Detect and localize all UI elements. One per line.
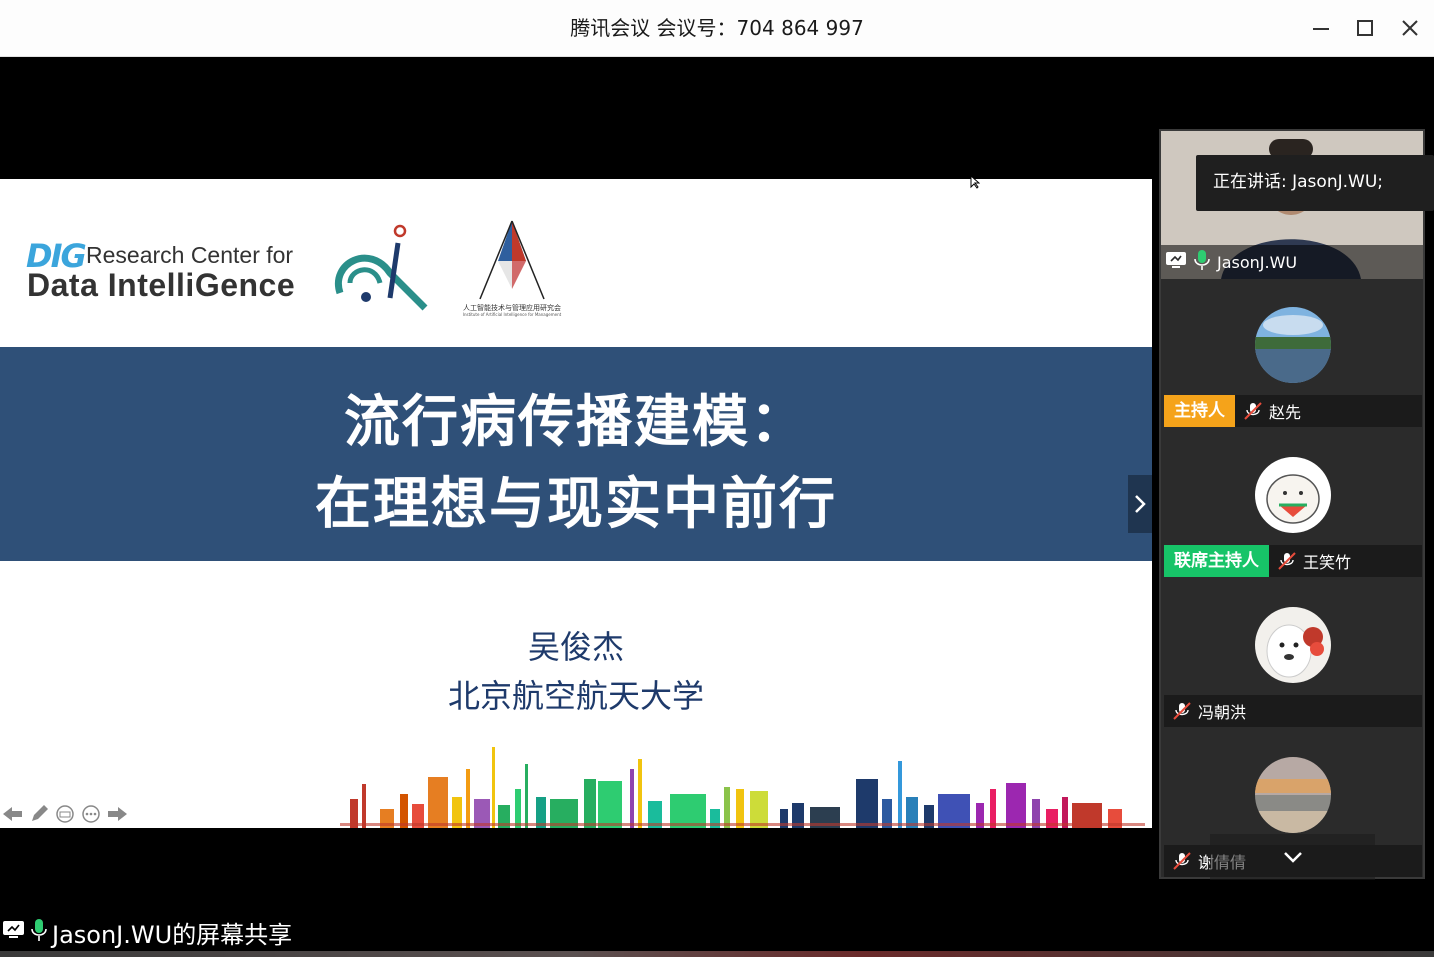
participant-name: 王笑竹 [1303, 553, 1352, 572]
avatar [1255, 757, 1331, 833]
screen-share-icon [2, 919, 26, 947]
participant-tile[interactable]: 谢倩倩 [1161, 757, 1423, 907]
bottom-edge-strip [0, 951, 1434, 957]
participant-name-bar: 联席主持人 王笑竹 [1164, 545, 1422, 577]
mic-icon [1193, 249, 1211, 275]
next-slide-button[interactable] [1128, 475, 1152, 533]
slide-affiliation: 北京航空航天大学 [447, 677, 704, 715]
participant-name-bar: 主持人 赵先 [1164, 395, 1422, 427]
mic-muted-icon [1172, 701, 1192, 721]
slide-toolbar [2, 803, 128, 825]
slide-logo-row: DIG Research Center for Data IntelliGenc… [0, 179, 1152, 347]
slide-author: 吴俊杰 [527, 628, 624, 666]
participant-tile[interactable]: 联席主持人 王笑竹 [1161, 457, 1423, 607]
shared-slide: DIG Research Center for Data IntelliGenc… [0, 179, 1152, 828]
window-title: 腾讯会议 会议号：704 864 997 [570, 16, 864, 40]
meeting-window: 腾讯会议 会议号：704 864 997 DIG Research Center… [0, 0, 1434, 957]
host-badge: 主持人 [1164, 395, 1235, 427]
mic-muted-icon [1277, 551, 1297, 571]
close-icon[interactable] [1397, 14, 1423, 42]
arrow-right-icon[interactable] [106, 803, 128, 825]
participant-name: 冯朝洪 [1198, 703, 1247, 722]
maximize-icon[interactable] [1352, 14, 1378, 42]
more-icon[interactable] [80, 803, 102, 825]
screen-share-owner: JasonJ.WU的屏幕共享 [52, 921, 293, 949]
avatar [1255, 457, 1331, 533]
avatar [1255, 307, 1331, 383]
mic-muted-icon [1243, 401, 1263, 421]
avatar [1255, 607, 1331, 683]
speaking-tooltip: 正在讲话: JasonJ.WU; [1196, 155, 1434, 211]
cohost-badge: 联席主持人 [1164, 545, 1269, 577]
screen-share-icon [1165, 250, 1187, 274]
expand-participants-button[interactable] [1210, 834, 1375, 880]
institute-triangle-logo [479, 220, 545, 300]
institute-caption-en: Institute of Artificial Intelligence for… [462, 312, 562, 317]
minimize-icon[interactable] [1308, 14, 1334, 42]
participant-tile[interactable]: 冯朝洪 [1161, 607, 1423, 757]
dig-logo-line1: Research Center for [86, 242, 294, 268]
speaker-name: JasonJ.WU [1217, 252, 1298, 272]
mouse-cursor-icon [970, 175, 980, 189]
city-skyline-graphic [340, 747, 1145, 828]
dig-logo-line2: Data IntelliGence [27, 267, 296, 303]
title-banner: 流行病传播建模： 在理想与现实中前行 [0, 347, 1152, 561]
mic-muted-icon [1172, 851, 1192, 871]
mic-icon [30, 918, 48, 948]
chevron-right-icon [1135, 495, 1146, 513]
arrow-left-icon[interactable] [2, 803, 24, 825]
participant-tile[interactable]: 主持人 赵先 [1161, 307, 1423, 457]
subtitle-icon[interactable] [54, 803, 76, 825]
speaker-name-bar: JasonJ.WU [1161, 245, 1423, 279]
participant-name-bar: 冯朝洪 [1164, 695, 1422, 727]
screen-share-label: JasonJ.WU的屏幕共享 [2, 915, 292, 950]
chevron-down-icon [1283, 852, 1302, 863]
participant-name: 赵先 [1269, 403, 1302, 422]
pen-icon[interactable] [28, 803, 50, 825]
participants-panel: JasonJ.WU 主持人 赵先 联席主持人 王笑竹 冯朝洪 [1159, 129, 1425, 879]
slide-title-line2: 在理想与现实中前行 [315, 472, 837, 537]
title-bar: 腾讯会议 会议号：704 864 997 [0, 0, 1434, 57]
slide-title-line1: 流行病传播建模： [344, 390, 808, 455]
ai-swirl-logo [334, 224, 428, 311]
